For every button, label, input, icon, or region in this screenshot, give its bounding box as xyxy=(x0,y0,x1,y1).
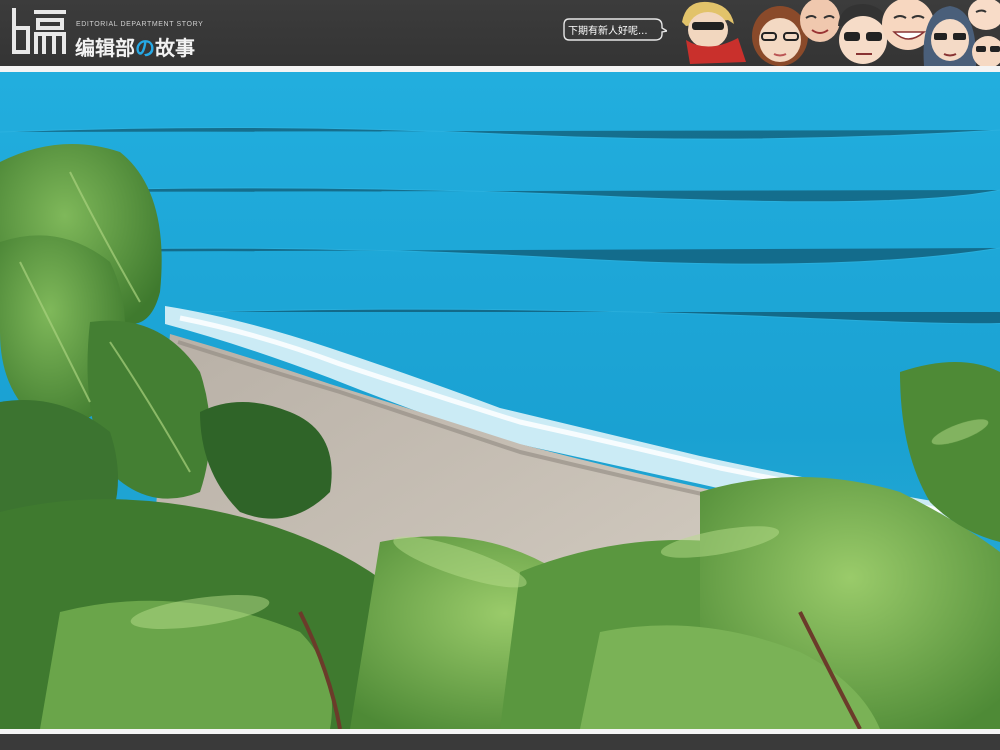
beach-photo xyxy=(0,72,1000,729)
editorial-logo-icon[interactable] xyxy=(10,6,68,56)
beach-photo-illustration xyxy=(0,72,1000,729)
site-header: EDITORIAL DEPARTMENT STORY 编辑部の故事 下期有新人好… xyxy=(0,0,1000,66)
site-footer xyxy=(0,734,1000,750)
site-title-accent: の xyxy=(135,36,155,60)
speech-bubble-text: 下期有新人好呢... xyxy=(568,26,648,37)
site-title[interactable]: 编辑部の故事 xyxy=(75,32,195,61)
character-face-3 xyxy=(800,0,840,42)
character-face-4 xyxy=(838,4,888,64)
site-title-part2: 故事 xyxy=(155,36,195,60)
character-face-1 xyxy=(682,1,746,64)
page-frame: EDITORIAL DEPARTMENT STORY 编辑部の故事 下期有新人好… xyxy=(0,0,1000,750)
character-faces-icon xyxy=(682,0,1000,66)
logo-subtitle: EDITORIAL DEPARTMENT STORY xyxy=(76,21,204,28)
site-title-part1: 编辑部 xyxy=(75,36,135,60)
character-face-2 xyxy=(752,6,808,66)
